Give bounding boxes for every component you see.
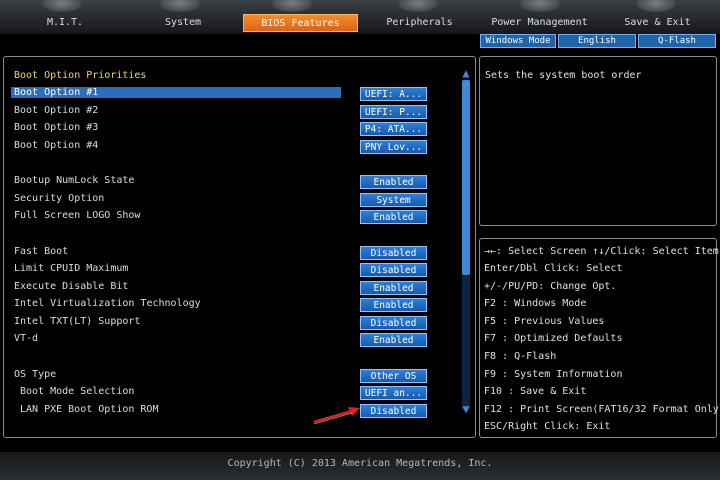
windows-mode-button[interactable]: Windows Mode — [480, 34, 556, 48]
tab-mit[interactable]: M.I.T. — [10, 14, 120, 32]
setting-value-button[interactable]: PNY Lov... — [360, 140, 427, 154]
scrollbar-thumb[interactable] — [462, 80, 470, 275]
setting-label[interactable]: Intel Virtualization Technology — [14, 298, 201, 309]
tab-peripherals[interactable]: Peripherals — [362, 14, 477, 32]
setting-value-button[interactable]: Enabled — [360, 210, 427, 224]
setting-label[interactable]: VT-d — [14, 333, 38, 344]
setting-label[interactable]: LAN PXE Boot Option ROM — [20, 404, 158, 415]
key-help-line: ESC/Right Click: Exit — [484, 421, 611, 432]
setting-label[interactable]: Full Screen LOGO Show — [14, 210, 140, 221]
setting-value-button[interactable]: Enabled — [360, 333, 427, 347]
setting-value-button[interactable]: Disabled — [360, 404, 427, 418]
setting-label[interactable]: Boot Option #1 — [11, 87, 341, 98]
setting-value-button[interactable]: UEFI: A... — [360, 87, 427, 101]
help-description-panel — [479, 56, 717, 226]
top-decoration — [0, 0, 720, 14]
language-button[interactable]: English — [558, 34, 636, 48]
setting-label[interactable]: Boot Option #4 — [14, 140, 98, 151]
power-icon — [520, 0, 560, 12]
key-help-line: +/-/PU/PD: Change Opt. — [484, 281, 617, 292]
tab-system[interactable]: System — [128, 14, 238, 32]
setting-label[interactable]: Limit CPUID Maximum — [14, 263, 128, 274]
red-pointer-arrow-icon — [313, 407, 360, 425]
setting-label[interactable]: Bootup NumLock State — [14, 175, 134, 186]
setting-value-button[interactable]: Disabled — [360, 246, 427, 260]
scroll-up-arrow-icon[interactable]: ▲ — [460, 67, 472, 79]
setting-value-button[interactable]: Other OS — [360, 369, 427, 383]
key-help-line: →←: Select Screen ↑↓/Click: Select Item — [484, 246, 719, 257]
scroll-down-arrow-icon[interactable]: ▼ — [460, 403, 472, 415]
setting-value-button[interactable]: Enabled — [360, 298, 427, 312]
setting-label[interactable]: Fast Boot — [14, 246, 68, 257]
key-help-line: F10 : Save & Exit — [484, 386, 587, 397]
setting-value-button[interactable]: P4: ATA... — [360, 122, 427, 136]
setting-value-button[interactable]: UEFI: P... — [360, 105, 427, 119]
tab-save-exit[interactable]: Save & Exit — [600, 14, 715, 32]
mit-icon — [42, 0, 82, 12]
key-help-line: F9 : System Information — [484, 369, 623, 380]
key-help-line: F8 : Q-Flash — [484, 351, 557, 362]
key-help-line: F7 : Optimized Defaults — [484, 333, 623, 344]
setting-label[interactable]: Boot Option #3 — [14, 122, 98, 133]
setting-value-button[interactable]: UEFI an... — [360, 386, 427, 400]
help-description: Sets the system boot order — [485, 70, 642, 81]
key-help-line: F2 : Windows Mode — [484, 298, 587, 309]
setting-value-button[interactable]: Disabled — [360, 263, 427, 277]
setting-label[interactable]: Boot Option #2 — [14, 105, 98, 116]
setting-label[interactable]: Execute Disable Bit — [14, 281, 128, 292]
copyright-footer: Copyright (C) 2013 American Megatrends, … — [0, 452, 720, 480]
setting-value-button[interactable]: Enabled — [360, 175, 427, 189]
key-help-line: F12 : Print Screen(FAT16/32 Format Only) — [484, 404, 720, 415]
setting-label[interactable]: Security Option — [14, 193, 104, 204]
system-icon — [160, 0, 200, 12]
key-help-line: Enter/Dbl Click: Select — [484, 263, 623, 274]
key-help-line: F5 : Previous Values — [484, 316, 605, 327]
setting-value-button[interactable]: Disabled — [360, 316, 427, 330]
setting-label[interactable]: Intel TXT(LT) Support — [14, 316, 140, 327]
peripherals-icon — [398, 0, 438, 12]
setting-value-button[interactable]: Enabled — [360, 281, 427, 295]
setting-label[interactable]: Boot Mode Selection — [20, 386, 134, 397]
section-header: Boot Option Priorities — [14, 70, 147, 81]
setting-value-button[interactable]: System — [360, 193, 427, 207]
tab-bios-features[interactable]: BIOS Features — [243, 14, 358, 32]
qflash-button[interactable]: Q-Flash — [638, 34, 716, 48]
setting-label[interactable]: OS Type — [14, 369, 56, 380]
tab-power-management[interactable]: Power Management — [482, 14, 597, 32]
save-exit-icon — [636, 0, 676, 12]
bios-features-icon — [272, 0, 312, 12]
top-menu-bar: M.I.T. System BIOS Features Peripherals … — [0, 0, 720, 34]
